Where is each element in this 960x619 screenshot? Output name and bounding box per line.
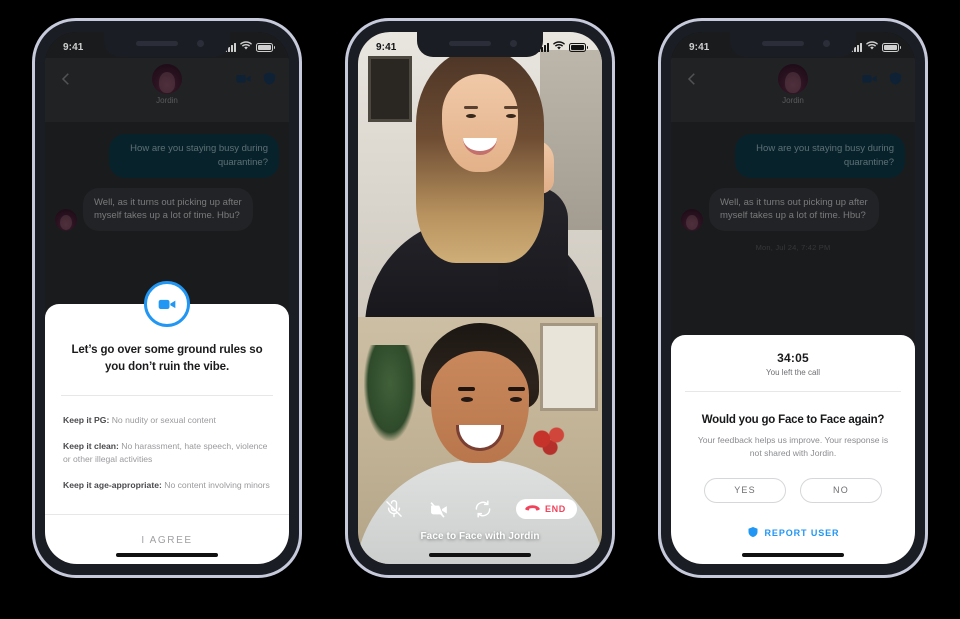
status-indicators [538,40,588,54]
eyebrow [504,106,518,109]
screenshot-stage: Jordin How are you staying busy during q… [0,0,960,619]
ground-rule-label: Keep it PG: [63,414,110,425]
video-camera-icon [144,281,190,327]
status-indicators [851,40,901,54]
wifi-icon [553,40,565,54]
ground-rule-text: No content involving minors [161,480,270,491]
background-plant [364,345,416,441]
agree-button-label: I AGREE [141,534,193,546]
battery-icon [882,42,901,52]
camera-flip-icon[interactable] [472,498,494,520]
local-video-feed[interactable] [358,317,602,564]
phone-hangup-icon [525,505,540,511]
phone-screen: END Face to Face with Jordin 9:41 [358,32,602,564]
call-status-text: You left the call [766,368,820,377]
eyebrow [508,387,525,391]
feedback-description: Your feedback helps us improve. Your res… [697,435,889,458]
feedback-question: Would you go Face to Face again? [701,414,885,426]
front-camera-icon [510,40,517,47]
phone-bezel: Jordin How are you staying busy during q… [35,21,299,575]
phone-mockup-2: END Face to Face with Jordin 9:41 [345,18,615,578]
phone-screen: Jordin How are you staying busy during q… [671,32,915,564]
earpiece-speaker [762,41,804,46]
home-indicator[interactable] [742,553,844,557]
wifi-icon [866,40,878,54]
ground-rules-sheet: Let’s go over some ground rules so you d… [45,281,289,564]
background-flowers [528,421,574,461]
battery-icon [569,42,588,52]
background-window [540,323,598,411]
device-notch [104,32,230,57]
participant-face [442,74,518,172]
call-controls: END [358,498,602,520]
earpiece-speaker [449,41,491,46]
battery-icon [256,42,275,52]
eye [510,397,522,402]
remote-video-feed[interactable] [358,32,602,317]
home-indicator[interactable] [116,553,218,557]
ground-rule-label: Keep it clean: [63,440,119,451]
ground-rule-item: Keep it age-appropriate: No content invo… [63,479,271,492]
phone-mockup-3: Jordin How are you staying busy during q… [658,18,928,578]
video-call-screen: END Face to Face with Jordin [358,32,602,564]
report-user-label: REPORT USER [764,527,840,538]
front-camera-icon [823,40,830,47]
phone-bezel: Jordin How are you staying busy during q… [661,21,925,575]
phone-bezel: END Face to Face with Jordin 9:41 [348,21,612,575]
divider [685,391,901,392]
call-duration: 34:05 [777,351,809,365]
shield-icon [747,525,759,541]
eyebrow [464,106,478,109]
device-notch [730,32,856,57]
status-time: 9:41 [689,41,710,53]
call-feedback-sheet: 34:05 You left the call Would you go Fac… [671,335,915,564]
earpiece-speaker [136,41,178,46]
report-user-button[interactable]: REPORT USER [671,525,915,564]
ground-rules-list: Keep it PG: No nudity or sexual content … [45,396,289,514]
end-call-button[interactable]: END [516,499,577,519]
status-time: 9:41 [376,41,397,53]
eyebrow [458,387,475,391]
phone-screen: Jordin How are you staying busy during q… [45,32,289,564]
eye [466,114,476,118]
ground-rule-label: Keep it age-appropriate: [63,480,162,491]
call-caption: Face to Face with Jordin [420,531,540,542]
local-participant-image [358,317,602,564]
eye [506,114,516,118]
end-call-label: END [545,504,566,514]
phone-mockup-1: Jordin How are you staying busy during q… [32,18,302,578]
eye [461,397,473,402]
feedback-yes-button[interactable]: YES [704,477,786,503]
ground-rule-item: Keep it clean: No harassment, hate speec… [63,440,271,467]
device-notch [417,32,543,57]
ground-rule-text: No nudity or sexual content [109,414,216,425]
feedback-no-button[interactable]: NO [800,477,882,503]
mic-off-icon[interactable] [383,498,405,520]
status-time: 9:41 [63,41,84,53]
front-camera-icon [197,40,204,47]
remote-participant-image [358,32,602,317]
home-indicator[interactable] [429,553,531,557]
feedback-buttons: YES NO [671,477,915,503]
video-off-icon[interactable] [427,498,449,520]
status-indicators [225,40,275,54]
wifi-icon [240,40,252,54]
background-wall-art [368,56,412,122]
ground-rule-item: Keep it PG: No nudity or sexual content [63,414,271,427]
